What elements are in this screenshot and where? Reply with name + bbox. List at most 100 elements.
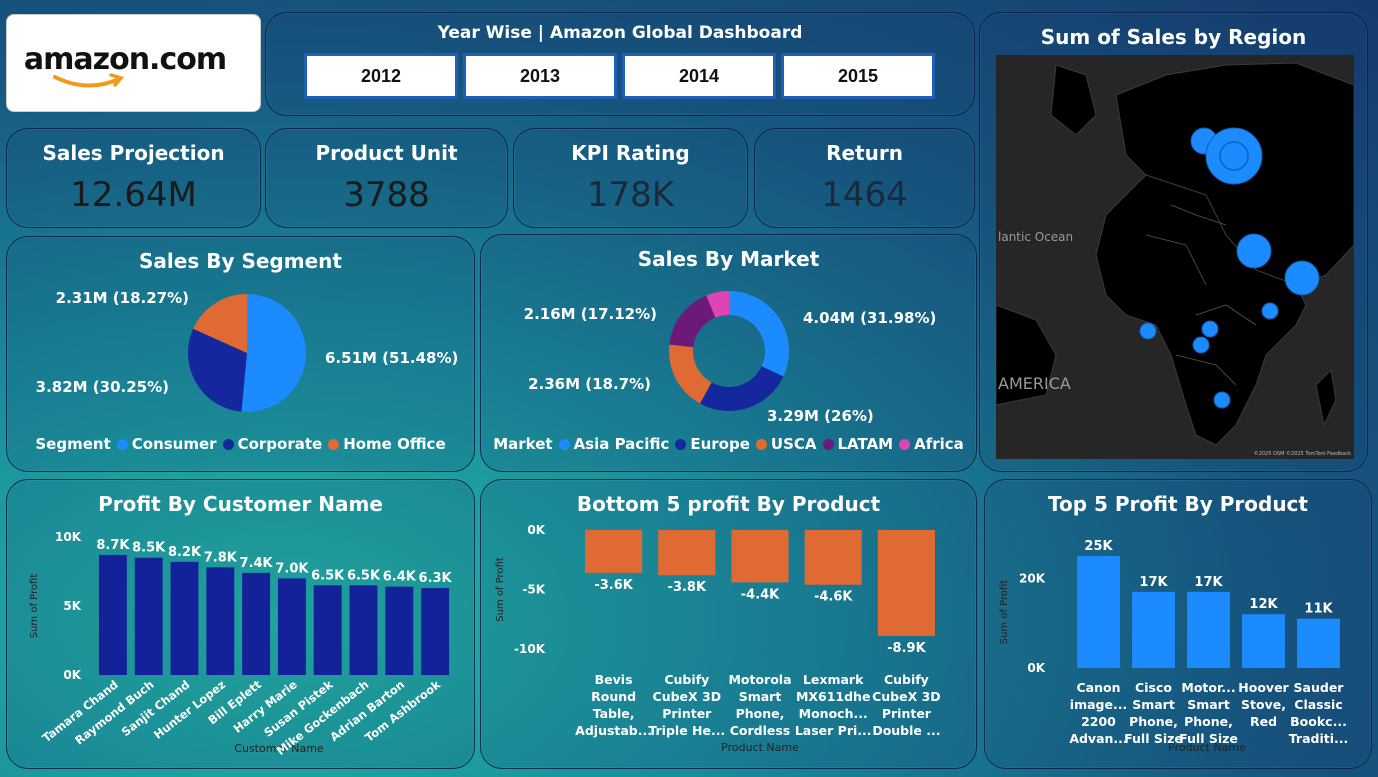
year-button-2015[interactable]: 2015 xyxy=(781,53,935,99)
bar[interactable] xyxy=(98,554,127,675)
bar-data-label: 12K xyxy=(1249,597,1278,612)
y-tick-label: 0K xyxy=(527,523,545,537)
segment-legend: Segment Consumer Corporate Home Office xyxy=(7,435,474,453)
legend-item[interactable]: Europe xyxy=(669,435,750,453)
bar-data-label: 7.4K xyxy=(240,556,274,571)
y-tick-label: 10K xyxy=(55,530,82,544)
bar-data-label: 7.8K xyxy=(204,550,238,565)
legend-item[interactable]: Africa xyxy=(893,435,964,453)
logo-card: amazon.com xyxy=(6,14,261,112)
year-filter-card: Year Wise | Amazon Global Dashboard 2012… xyxy=(265,12,975,116)
y-tick-label: -5K xyxy=(522,583,545,597)
bar[interactable] xyxy=(1077,556,1120,668)
pie-slice[interactable] xyxy=(241,294,306,412)
legend-title: Market xyxy=(493,435,553,453)
bar-data-label: -8.9K xyxy=(887,641,926,656)
bottom5-card: Bottom 5 profit By Product 0K -5K -10K Sum … xyxy=(480,479,977,769)
bar[interactable] xyxy=(1242,614,1285,668)
bar-data-label: 7.0K xyxy=(275,561,309,576)
bar[interactable] xyxy=(585,530,643,573)
legend-label: Consumer xyxy=(131,435,217,453)
segment-card: Sales By Segment 6.51M (51.48%) 3.82M (30… xyxy=(6,236,475,472)
region-bubble[interactable] xyxy=(1192,336,1210,354)
year-button-2013[interactable]: 2013 xyxy=(463,53,617,99)
kpi-value: 12.64M xyxy=(70,175,197,215)
bar-data-label: 8.2K xyxy=(168,545,202,560)
legend-item[interactable]: Corporate xyxy=(217,435,322,453)
bar[interactable] xyxy=(1187,591,1230,668)
legend-item[interactable]: Home Office xyxy=(322,435,446,453)
bar[interactable] xyxy=(134,557,163,675)
kpi-sales-projection: Sales Projection 12.64M xyxy=(6,128,261,228)
kpi-rating: KPI Rating 178K xyxy=(513,128,748,228)
region-bubble[interactable] xyxy=(1261,302,1279,320)
bar[interactable] xyxy=(242,572,271,675)
y-axis-label: Sum of Profit xyxy=(495,557,506,622)
legend-item[interactable]: Consumer xyxy=(111,435,217,453)
x-tick-label: Lexmark MX611dhe Monoch... Laser Pri... xyxy=(795,672,872,738)
bar-data-label: -4.4K xyxy=(741,587,780,602)
region-bubble[interactable] xyxy=(1236,233,1272,269)
legend-dot-icon xyxy=(755,439,767,450)
bar-data-label: 6.3K xyxy=(419,571,453,586)
pie-data-label: 3.29M (26%) xyxy=(767,407,874,425)
pie-data-label: 6.51M (51.48%) xyxy=(325,349,458,367)
bar[interactable] xyxy=(877,530,935,636)
bar[interactable] xyxy=(206,567,235,675)
pie-data-label: 2.31M (18.27%) xyxy=(56,289,189,307)
legend-dot-icon xyxy=(328,439,340,450)
bar-data-label: 17K xyxy=(1139,575,1168,590)
bar[interactable] xyxy=(385,586,414,675)
pie-slice[interactable] xyxy=(729,291,789,377)
kpi-return: Return 1464 xyxy=(754,128,975,228)
legend-label: Europe xyxy=(690,435,750,453)
legend-item[interactable]: Asia Pacific xyxy=(553,435,670,453)
ocean-label: lantic Ocean xyxy=(998,230,1073,244)
bar[interactable] xyxy=(349,585,378,675)
year-button-2014[interactable]: 2014 xyxy=(622,53,776,99)
bar[interactable] xyxy=(313,585,342,675)
bar-data-label: 8.5K xyxy=(132,541,166,556)
x-tick-label: Cubify CubeX 3D Printer Double ... xyxy=(872,672,941,738)
bar[interactable] xyxy=(277,578,306,675)
bar-data-label: 6.4K xyxy=(383,570,417,585)
region-bubble[interactable] xyxy=(1284,260,1320,296)
bar[interactable] xyxy=(804,530,862,585)
kpi-value: 178K xyxy=(586,175,675,215)
y-axis-label: Sum of Profit xyxy=(29,574,40,639)
y-tick-label: 5K xyxy=(63,599,81,613)
pie-slice[interactable] xyxy=(699,366,784,411)
legend-item[interactable]: USCA xyxy=(750,435,817,453)
bar[interactable] xyxy=(1297,618,1340,668)
x-tick-label: Bevis Round Table, Adjustab... xyxy=(575,672,652,738)
region-bubble[interactable] xyxy=(1139,322,1157,340)
y-tick-label: 20K xyxy=(1019,571,1046,585)
legend-dot-icon xyxy=(822,439,834,450)
pie-slice[interactable] xyxy=(669,295,716,348)
legend-dot-icon xyxy=(899,439,911,450)
bar[interactable] xyxy=(170,561,199,675)
region-map[interactable]: lantic Ocean AMERICA ©2025 OSM ©2025 Tom… xyxy=(996,55,1354,459)
legend-item[interactable]: LATAM xyxy=(817,435,893,453)
legend-dot-icon xyxy=(222,439,234,450)
kpi-label: Product Unit xyxy=(315,141,458,165)
region-bubble[interactable] xyxy=(1201,320,1219,338)
kpi-label: KPI Rating xyxy=(571,141,690,165)
bar[interactable] xyxy=(421,588,450,675)
dashboard-title: Year Wise | Amazon Global Dashboard xyxy=(437,23,803,43)
bar[interactable] xyxy=(731,530,789,583)
bar[interactable] xyxy=(658,530,716,576)
bar[interactable] xyxy=(1132,591,1175,668)
top5-card: Top 5 Profit By Product 0K 20K Sum of Prof… xyxy=(984,479,1372,769)
region-bubble[interactable] xyxy=(1205,127,1263,185)
pie-data-label: 4.04M (31.98%) xyxy=(803,309,936,327)
bottom5-bar-chart[interactable]: 0K -5K -10K Sum of Profit Product Name -3.6K B… xyxy=(481,480,978,770)
bar-data-label: 11K xyxy=(1304,602,1333,617)
bar-data-label: -3.8K xyxy=(668,580,707,595)
year-button-2012[interactable]: 2012 xyxy=(304,53,458,99)
top5-bar-chart[interactable]: 0K20KSum of ProfitProduct Name25KCanon im… xyxy=(985,480,1373,770)
legend-label: Asia Pacific xyxy=(573,435,670,453)
region-bubble[interactable] xyxy=(1213,391,1231,409)
customer-bar-chart[interactable]: 0K5K10KSum of ProfitCustomer Name8.7KTam… xyxy=(7,480,476,770)
logo-text: amazon.com xyxy=(24,42,226,77)
